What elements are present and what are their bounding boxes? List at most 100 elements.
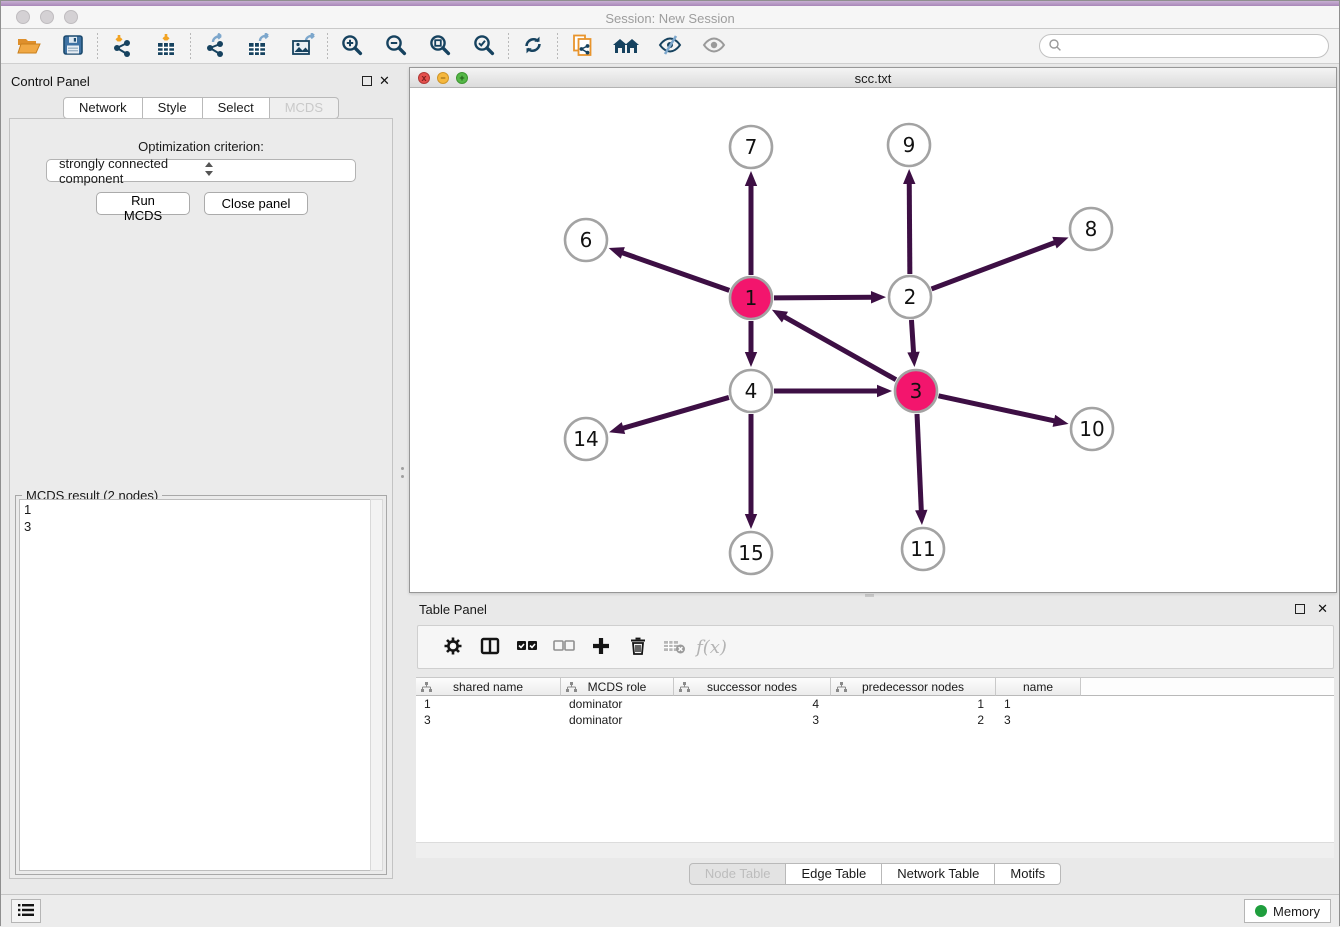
control-panel-float-icon[interactable]: [362, 76, 372, 86]
network-frame-title: scc.txt: [410, 71, 1336, 86]
column-header-successor-nodes[interactable]: successor nodes: [674, 677, 831, 696]
table-tab-edge-table[interactable]: Edge Table: [786, 863, 882, 885]
edge-arrowhead: [915, 510, 927, 525]
zoom-in-button[interactable]: [330, 31, 374, 61]
split-panel-icon: [480, 636, 500, 659]
import-table-icon: [154, 33, 178, 60]
settings-gear-button[interactable]: [434, 629, 471, 665]
mcds-result-text[interactable]: 1 3: [19, 499, 370, 871]
close-panel-button[interactable]: Close panel: [204, 192, 308, 215]
table-tabs: Node TableEdge TableNetwork TableMotifs: [409, 863, 1340, 885]
edge-arrowhead: [609, 422, 625, 434]
clone-network-icon: [570, 33, 594, 60]
table-cell[interactable]: 3: [996, 712, 1081, 728]
zoom-selected-button[interactable]: [462, 31, 506, 61]
refresh-button[interactable]: [511, 31, 555, 61]
run-mcds-button[interactable]: Run MCDS: [96, 192, 190, 215]
network-canvas[interactable]: 7968124314101511: [410, 88, 1336, 592]
graph-edge-2-3[interactable]: [911, 320, 913, 354]
eye-slash-icon: [657, 33, 683, 60]
table-hscrollbar[interactable]: [416, 842, 1334, 858]
search-box: [1039, 34, 1329, 58]
first-neighbors-button[interactable]: [604, 31, 648, 61]
column-header-label: shared name: [453, 680, 523, 694]
import-table-button[interactable]: [144, 31, 188, 61]
control-panel-close-icon[interactable]: ✕: [379, 73, 390, 89]
window-titlebar[interactable]: Session: New Session: [1, 6, 1339, 29]
graph-edge-3-10[interactable]: [938, 396, 1055, 421]
select-all-button[interactable]: [508, 629, 545, 665]
table-row[interactable]: 1dominator411: [416, 696, 1334, 712]
table-panel-float-icon[interactable]: [1295, 604, 1305, 614]
import-network-button[interactable]: [100, 31, 144, 61]
table-cell[interactable]: 1: [996, 696, 1081, 712]
zoom-out-button[interactable]: [374, 31, 418, 61]
table-cell[interactable]: 2: [831, 712, 996, 728]
column-header-shared-name[interactable]: shared name: [416, 677, 561, 696]
graph-edge-1-6[interactable]: [621, 252, 729, 290]
graph-node-label: 7: [745, 135, 758, 159]
mcds-tab-content: Optimization criterion: strongly connect…: [9, 118, 393, 879]
export-image-button[interactable]: [281, 31, 325, 61]
import-network-icon: [110, 33, 134, 60]
table-cell[interactable]: dominator: [561, 712, 674, 728]
table-tab-motifs[interactable]: Motifs: [995, 863, 1061, 885]
export-network-button[interactable]: [193, 31, 237, 61]
vertical-split-handle[interactable]: [401, 467, 404, 478]
table-tab-network-table[interactable]: Network Table: [882, 863, 995, 885]
toolbar-separator: [557, 33, 558, 59]
deselect-all-button[interactable]: [545, 629, 582, 665]
task-history-button[interactable]: [11, 899, 41, 923]
open-session-button[interactable]: [7, 31, 51, 61]
table-toolbar: f(x): [417, 625, 1334, 669]
graph-edge-3-1[interactable]: [783, 316, 896, 380]
export-table-button[interactable]: [237, 31, 281, 61]
graph-edge-2-9[interactable]: [909, 182, 910, 274]
hide-panels-button[interactable]: [648, 31, 692, 61]
hierarchy-icon: [836, 682, 847, 696]
memory-button[interactable]: Memory: [1244, 899, 1331, 923]
table-cell[interactable]: 1: [416, 696, 561, 712]
search-input[interactable]: [1062, 36, 1328, 56]
tab-mcds[interactable]: MCDS: [270, 97, 339, 119]
function-fx-icon: f(x): [696, 637, 727, 658]
table-cell[interactable]: 1: [831, 696, 996, 712]
column-header-name[interactable]: name: [996, 677, 1081, 696]
tab-select[interactable]: Select: [203, 97, 270, 119]
criterion-select-value: strongly connected component: [59, 156, 204, 186]
table-cell[interactable]: dominator: [561, 696, 674, 712]
mcds-result-scrollbar[interactable]: [370, 499, 383, 871]
toggle-panel-button[interactable]: [471, 629, 508, 665]
open-folder-icon: [16, 33, 42, 60]
tab-style[interactable]: Style: [143, 97, 203, 119]
graph-edge-1-2[interactable]: [774, 297, 873, 298]
network-frame-titlebar[interactable]: x − + scc.txt: [410, 68, 1336, 88]
delete-table-button[interactable]: [656, 629, 693, 665]
criterion-select[interactable]: strongly connected component: [46, 159, 356, 182]
table-cell[interactable]: 3: [416, 712, 561, 728]
graph-edge-2-8[interactable]: [932, 242, 1057, 289]
tab-network[interactable]: Network: [63, 97, 143, 119]
control-panel-tabs: NetworkStyleSelectMCDS: [1, 97, 401, 119]
column-header-MCDS-role[interactable]: MCDS role: [561, 677, 674, 696]
edge-arrowhead: [745, 171, 757, 186]
function-builder-button[interactable]: f(x): [693, 629, 730, 665]
unchecked-boxes-icon: [553, 639, 575, 656]
graph-edge-4-14[interactable]: [622, 397, 729, 428]
save-session-button[interactable]: [51, 31, 95, 61]
table-tab-node-table[interactable]: Node Table: [689, 863, 787, 885]
clone-network-button[interactable]: [560, 31, 604, 61]
column-header-label: successor nodes: [707, 680, 797, 694]
export-image-icon: [290, 33, 316, 60]
table-panel-close-icon[interactable]: ✕: [1317, 601, 1328, 617]
column-header-predecessor-nodes[interactable]: predecessor nodes: [831, 677, 996, 696]
delete-column-button[interactable]: [619, 629, 656, 665]
zoom-fit-button[interactable]: [418, 31, 462, 61]
table-cell[interactable]: 4: [674, 696, 831, 712]
add-column-button[interactable]: [582, 629, 619, 665]
show-panels-button[interactable]: [692, 31, 736, 61]
graph-edge-3-11[interactable]: [917, 414, 921, 512]
table-cell[interactable]: 3: [674, 712, 831, 728]
table-row[interactable]: 3dominator323: [416, 712, 1334, 728]
control-panel-title: Control Panel: [11, 74, 90, 89]
